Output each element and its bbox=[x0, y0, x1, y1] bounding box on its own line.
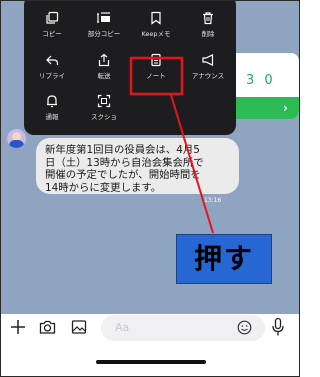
message-input-placeholder: Aa bbox=[115, 321, 130, 334]
home-indicator[interactable] bbox=[96, 360, 206, 364]
screenshot-frame: 3 0 › コピー 部分コピー Keepメモ 削除 リプライ 転送 ノート アナ… bbox=[0, 0, 300, 377]
camera-icon[interactable] bbox=[39, 319, 56, 335]
highlight-box bbox=[129, 56, 184, 96]
image-icon[interactable] bbox=[71, 319, 87, 335]
annotation-arrow bbox=[170, 94, 214, 234]
microphone-icon[interactable] bbox=[271, 317, 285, 337]
message-input[interactable]: Aa bbox=[101, 315, 265, 341]
plus-icon[interactable] bbox=[10, 319, 26, 335]
annotation-label: 押す bbox=[176, 234, 272, 284]
input-bar: Aa bbox=[1, 314, 299, 376]
emoji-icon[interactable] bbox=[237, 320, 252, 335]
